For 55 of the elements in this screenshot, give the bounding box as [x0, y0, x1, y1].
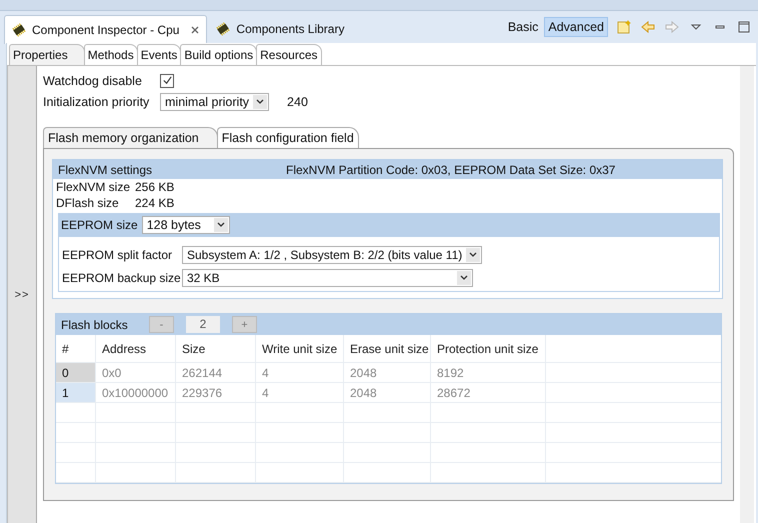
field-value: 256 KB [135, 180, 174, 194]
mode-button[interactable]: Advanced [544, 17, 608, 37]
scrollbar[interactable] [740, 66, 754, 523]
mode-button[interactable]: Basic [504, 17, 542, 37]
table-cell: 0 [56, 363, 96, 382]
table-cell: 0x10000000 [96, 383, 176, 402]
chip-icon [215, 21, 232, 37]
column-header: Write unit size [256, 335, 344, 362]
field-label: EEPROM split factor [62, 248, 174, 262]
table-cell: 1 [56, 383, 96, 402]
table-cell: 262144 [176, 363, 256, 382]
property-tab[interactable]: Properties [9, 44, 85, 65]
priority-value: 240 [287, 94, 308, 108]
property-label: Initialization priority [43, 94, 150, 108]
column-header: Protection unit size [431, 335, 546, 362]
partition-info: FlexNVM Partition Code: 0x03, EEPROM Data Set Size: 0x37 [286, 162, 616, 176]
close-icon[interactable] [190, 24, 200, 34]
dropdown[interactable]: Subsystem A: 1/2 , Subsystem B: 2/2 (bits value 11) [182, 246, 482, 264]
column-header: Erase unit size [344, 335, 431, 362]
column-header: Size [176, 335, 256, 362]
table-cell: 229376 [176, 383, 256, 402]
dropdown[interactable]: 128 bytes [142, 216, 230, 234]
column-header: # [56, 335, 96, 362]
table-cell: 4 [256, 383, 344, 402]
field-value: 224 KB [135, 196, 174, 210]
column-header: Address [96, 335, 176, 362]
dropdown[interactable]: minimal priority [160, 92, 270, 110]
property-tab[interactable]: Resources [256, 44, 322, 65]
table-cell: 2048 [344, 363, 431, 382]
field-label: DFlash size [56, 196, 120, 210]
maximize-icon[interactable] [736, 19, 752, 35]
section-tab[interactable]: Flash configuration field [216, 127, 359, 148]
table-cell: 2048 [344, 383, 431, 402]
table-cell: 28672 [431, 383, 546, 402]
caret-icon [466, 248, 480, 262]
dropdown[interactable]: 32 KB [182, 268, 473, 286]
caret-icon [457, 270, 471, 284]
table-cell: 8192 [431, 363, 546, 382]
field-label: FlexNVM size [56, 180, 132, 194]
block-count-field[interactable]: 2 [186, 316, 220, 333]
property-label: Watchdog disable [43, 74, 143, 88]
table-cell: 4 [256, 363, 344, 382]
collapse-button[interactable]: >> [14, 288, 30, 300]
caret-icon [214, 218, 228, 232]
checkbox[interactable] [160, 74, 174, 88]
table-cell: 0x0 [96, 363, 176, 382]
chip-icon [11, 22, 27, 38]
view-tab[interactable]: Component Inspector - Cpu [4, 14, 208, 44]
group-title: Flash blocks [61, 318, 129, 332]
group-title: FlexNVM settings [58, 162, 154, 176]
field-label: EEPROM size [61, 218, 138, 232]
view-tab[interactable]: Components Library [209, 15, 350, 43]
section-tab[interactable]: Flash memory organization [43, 127, 218, 148]
caret-icon [253, 94, 268, 108]
field-label: EEPROM backup size [62, 270, 182, 284]
